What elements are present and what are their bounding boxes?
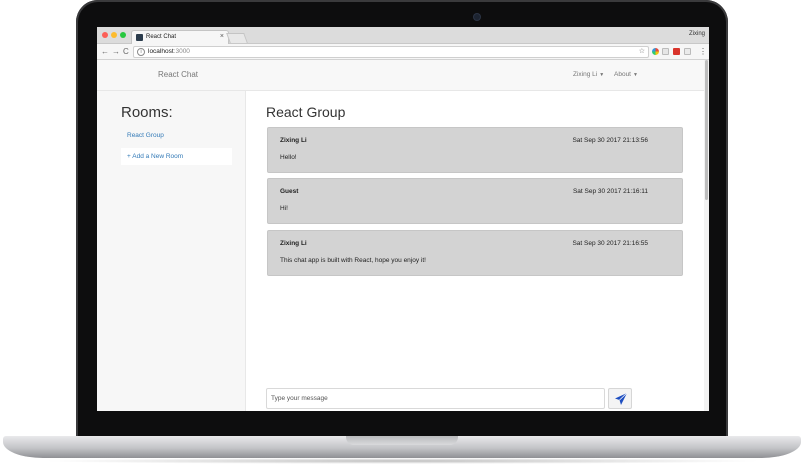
caret-down-icon: ▼ — [599, 72, 605, 78]
message-timestamp: Sat Sep 30 2017 21:13:56 — [572, 137, 648, 144]
user-menu-label: Zixing Li — [573, 71, 598, 78]
tab-title: React Chat — [146, 34, 177, 40]
rooms-sidebar: Rooms: React Group + Add a New Room — [97, 91, 246, 411]
forward-icon[interactable]: → — [112, 46, 120, 57]
room-item[interactable]: React Group — [121, 129, 232, 142]
laptop-shadow — [40, 458, 764, 464]
profile-name[interactable]: Zixing — [689, 29, 705, 39]
message-input[interactable] — [267, 389, 604, 408]
app-navbar: React Chat Zixing Li ▼ About ▼ — [97, 60, 709, 91]
message-author: Zixing Li — [280, 240, 307, 247]
message-timestamp: Sat Sep 30 2017 21:16:11 — [572, 188, 648, 195]
about-menu-label: About — [614, 71, 631, 78]
add-room-button[interactable]: + Add a New Room — [121, 148, 232, 165]
address-bar[interactable]: i localhost:3000 ☆ — [133, 46, 649, 58]
message-card: Zixing Li Sat Sep 30 2017 21:16:55 This … — [267, 230, 683, 276]
message-composer — [266, 388, 605, 409]
message-text: This chat app is built with React, hope … — [280, 257, 426, 264]
message-text: Hello! — [280, 154, 297, 161]
rooms-title: Rooms: — [121, 104, 173, 121]
bookmark-star-icon[interactable]: ☆ — [639, 47, 645, 57]
url-text: localhost:3000 — [148, 47, 190, 57]
url-host: localhost — [148, 48, 174, 55]
message-card: Guest Sat Sep 30 2017 21:16:11 Hi! — [267, 178, 683, 224]
favicon-icon — [136, 34, 143, 41]
message-timestamp: Sat Sep 30 2017 21:16:55 — [572, 240, 648, 247]
new-tab-button[interactable] — [226, 33, 248, 43]
send-button[interactable] — [608, 388, 632, 409]
browser-tab-bar: React Chat × Zixing — [97, 27, 709, 44]
send-icon — [615, 392, 628, 405]
message-author: Guest — [280, 188, 299, 195]
minimize-window-button[interactable] — [111, 32, 117, 38]
camera-icon — [474, 14, 480, 20]
browser-tab[interactable]: React Chat × — [131, 30, 229, 44]
navbar-brand[interactable]: React Chat — [158, 60, 198, 89]
info-icon[interactable]: i — [137, 48, 145, 56]
reload-icon[interactable]: C — [123, 46, 129, 57]
browser-menu-icon[interactable]: ⋮ — [699, 46, 707, 57]
message-text: Hi! — [280, 205, 288, 212]
extension-icon[interactable] — [652, 48, 659, 55]
url-port: :3000 — [173, 48, 190, 55]
extension-icon[interactable] — [673, 48, 680, 55]
room-title: React Group — [266, 104, 346, 120]
page-scrollbar[interactable] — [704, 60, 709, 411]
close-window-button[interactable] — [102, 32, 108, 38]
message-card: Zixing Li Sat Sep 30 2017 21:13:56 Hello… — [267, 127, 683, 173]
extension-icon[interactable] — [662, 48, 669, 55]
tab-close-icon[interactable]: × — [220, 32, 224, 42]
screen: React Chat × Zixing ← → C i localhost:30… — [97, 27, 709, 411]
caret-down-icon: ▼ — [633, 72, 638, 78]
about-menu[interactable]: About ▼ — [614, 60, 638, 90]
laptop-notch — [346, 436, 458, 445]
extension-icon[interactable] — [684, 48, 691, 55]
browser-toolbar: ← → C i localhost:3000 ☆ ⋮ — [97, 44, 709, 60]
scrollbar-thumb[interactable] — [705, 60, 708, 200]
maximize-window-button[interactable] — [120, 32, 126, 38]
message-author: Zixing Li — [280, 137, 307, 144]
user-menu[interactable]: Zixing Li ▼ — [573, 60, 604, 90]
back-icon[interactable]: ← — [101, 46, 109, 57]
